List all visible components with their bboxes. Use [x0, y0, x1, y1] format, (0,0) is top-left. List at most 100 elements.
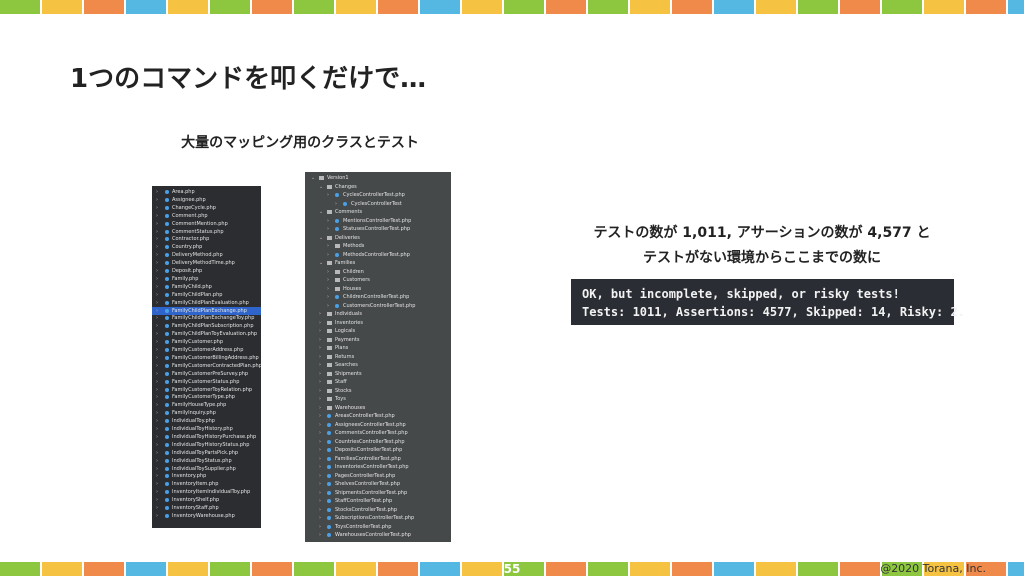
tree-file-item[interactable]: › Area.php — [152, 188, 261, 196]
tree-folder-item[interactable]: › Stocks — [305, 387, 451, 395]
tree-folder-item[interactable]: › Plans — [305, 344, 451, 352]
tree-file-item[interactable]: › CommentMention.php — [152, 220, 261, 228]
chevron-down-icon[interactable]: ⌄ — [319, 183, 323, 191]
chevron-right-icon[interactable]: › — [156, 457, 158, 465]
chevron-right-icon[interactable]: › — [319, 327, 321, 335]
chevron-right-icon[interactable]: › — [156, 386, 158, 394]
chevron-right-icon[interactable]: › — [327, 217, 329, 225]
chevron-right-icon[interactable]: › — [156, 196, 158, 204]
chevron-right-icon[interactable]: › — [156, 449, 158, 457]
tree-file-item[interactable]: › StatusesControllerTest.php — [305, 225, 451, 233]
chevron-right-icon[interactable]: › — [327, 251, 329, 259]
chevron-right-icon[interactable]: › — [156, 235, 158, 243]
tree-file-item[interactable]: › IndividualToyHistoryPurchase.php — [152, 433, 261, 441]
chevron-right-icon[interactable]: › — [319, 446, 321, 454]
tree-file-item[interactable]: › FamilyCustomerToyRelation.php — [152, 386, 261, 394]
chevron-right-icon[interactable]: › — [327, 302, 329, 310]
chevron-right-icon[interactable]: › — [319, 463, 321, 471]
chevron-right-icon[interactable]: › — [156, 307, 158, 315]
tree-file-item[interactable]: › InventoryWarehouse.php — [152, 512, 261, 520]
chevron-right-icon[interactable]: › — [156, 338, 158, 346]
chevron-right-icon[interactable]: › — [156, 378, 158, 386]
tree-file-item[interactable]: › AssigneesControllerTest.php — [305, 421, 451, 429]
tree-file-item[interactable]: › StaffControllerTest.php — [305, 497, 451, 505]
chevron-right-icon[interactable]: › — [156, 480, 158, 488]
tree-file-item[interactable]: › CyclesControllerTest — [305, 200, 451, 208]
chevron-right-icon[interactable]: › — [319, 489, 321, 497]
tree-file-item[interactable]: › FamilyChildPlan.php — [152, 291, 261, 299]
tree-file-item[interactable]: › ShelvesControllerTest.php — [305, 480, 451, 488]
chevron-right-icon[interactable]: › — [319, 310, 321, 318]
tree-file-item[interactable]: › DepositsControllerTest.php — [305, 446, 451, 454]
chevron-right-icon[interactable]: › — [156, 393, 158, 401]
tree-folder-item[interactable]: › Houses — [305, 285, 451, 293]
tree-file-item[interactable]: › InventoryItem.php — [152, 480, 261, 488]
chevron-right-icon[interactable]: › — [319, 531, 321, 539]
tree-folder-item[interactable]: ⌄ Deliveries — [305, 234, 451, 242]
tree-file-item[interactable]: › InventoryItemIndividualToy.php — [152, 488, 261, 496]
tree-folder-item[interactable]: › Staff — [305, 378, 451, 386]
tree-file-item[interactable]: › ChangeCycle.php — [152, 204, 261, 212]
tree-file-item[interactable]: › Comment.php — [152, 212, 261, 220]
tree-file-item[interactable]: › FamilyHouseType.php — [152, 401, 261, 409]
chevron-right-icon[interactable]: › — [319, 412, 321, 420]
tree-file-item[interactable]: › FamilyCustomer.php — [152, 338, 261, 346]
chevron-right-icon[interactable]: › — [319, 455, 321, 463]
chevron-right-icon[interactable]: › — [319, 497, 321, 505]
tree-file-item[interactable]: › IndividualToy.php — [152, 417, 261, 425]
chevron-right-icon[interactable]: › — [319, 378, 321, 386]
tree-folder-item[interactable]: › Returns — [305, 353, 451, 361]
tree-file-item[interactable]: › FamilyCustomerBillingAddress.php — [152, 354, 261, 362]
tree-file-item[interactable]: › FamilyCustomerAddress.php — [152, 346, 261, 354]
chevron-right-icon[interactable]: › — [156, 330, 158, 338]
tree-file-item[interactable]: › FamilyChildPlanExchangeToy.php — [152, 314, 261, 322]
chevron-right-icon[interactable]: › — [156, 291, 158, 299]
chevron-right-icon[interactable]: › — [156, 346, 158, 354]
chevron-right-icon[interactable]: › — [156, 488, 158, 496]
chevron-right-icon[interactable]: › — [319, 506, 321, 514]
tree-file-item[interactable]: › FamilyCustomerContractedPlan.php — [152, 362, 261, 370]
tree-file-item[interactable]: › IndividualToySupplier.php — [152, 465, 261, 473]
chevron-right-icon[interactable]: › — [156, 512, 158, 520]
chevron-right-icon[interactable]: › — [319, 514, 321, 522]
chevron-right-icon[interactable]: › — [319, 404, 321, 412]
chevron-right-icon[interactable]: › — [156, 465, 158, 473]
chevron-right-icon[interactable]: › — [319, 387, 321, 395]
chevron-right-icon[interactable]: › — [156, 299, 158, 307]
chevron-right-icon[interactable]: › — [156, 354, 158, 362]
tree-file-item[interactable]: › CommentsControllerTest.php — [305, 429, 451, 437]
chevron-right-icon[interactable]: › — [156, 251, 158, 259]
tree-file-item[interactable]: › Inventory.php — [152, 472, 261, 480]
tree-file-item[interactable]: › ShipmentsControllerTest.php — [305, 489, 451, 497]
tree-file-item[interactable]: › IndividualToyPartsPick.php — [152, 449, 261, 457]
chevron-right-icon[interactable]: › — [319, 361, 321, 369]
tree-file-item[interactable]: › Family.php — [152, 275, 261, 283]
tree-file-item[interactable]: › FamilyChildPlanExchange.php — [152, 306, 261, 315]
tree-file-item[interactable]: › FamiliesControllerTest.php — [305, 455, 451, 463]
tree-file-item[interactable]: › InventoryShelf.php — [152, 496, 261, 504]
tree-file-item[interactable]: › FamilyCustomerType.php — [152, 393, 261, 401]
tree-folder-item[interactable]: › Methods — [305, 242, 451, 250]
tree-file-item[interactable]: › FamilyCustomerStatus.php — [152, 378, 261, 386]
chevron-right-icon[interactable]: › — [319, 395, 321, 403]
tree-folder-item[interactable]: › Payments — [305, 336, 451, 344]
tree-file-item[interactable]: › InventoriesControllerTest.php — [305, 463, 451, 471]
tree-file-item[interactable]: › StocksControllerTest.php — [305, 506, 451, 514]
chevron-right-icon[interactable]: › — [319, 480, 321, 488]
chevron-right-icon[interactable]: › — [156, 314, 158, 322]
tree-file-item[interactable]: › ChildrenControllerTest.php — [305, 293, 451, 301]
chevron-right-icon[interactable]: › — [327, 276, 329, 284]
tree-folder-item[interactable]: › Children — [305, 268, 451, 276]
chevron-right-icon[interactable]: › — [156, 267, 158, 275]
chevron-down-icon[interactable]: ⌄ — [319, 259, 323, 267]
tree-file-item[interactable]: › CyclesControllerTest.php — [305, 191, 451, 199]
tree-folder-item[interactable]: ⌄ Comments — [305, 208, 451, 216]
chevron-right-icon[interactable]: › — [327, 293, 329, 301]
tree-folder-item[interactable]: ⌄ Changes — [305, 183, 451, 191]
chevron-right-icon[interactable]: › — [156, 220, 158, 228]
chevron-down-icon[interactable]: ⌄ — [311, 174, 315, 182]
chevron-right-icon[interactable]: › — [156, 370, 158, 378]
chevron-right-icon[interactable]: › — [156, 228, 158, 236]
chevron-right-icon[interactable]: › — [327, 268, 329, 276]
tree-file-item[interactable]: › ToysControllerTest.php — [305, 523, 451, 531]
